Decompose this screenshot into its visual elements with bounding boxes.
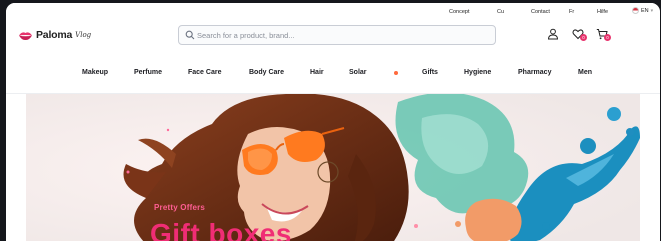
lips-logo-icon xyxy=(19,31,32,40)
hero-banner[interactable]: Pretty Offers Gift boxes xyxy=(26,94,640,241)
main-nav: Makeup Perfume Face Care Body Care Hair … xyxy=(6,61,660,91)
hero-caption: Pretty Offers xyxy=(154,203,206,212)
cart-badge: 0 xyxy=(604,34,611,41)
utility-link-contact[interactable]: Contact xyxy=(531,9,550,15)
nav-item-makeup[interactable]: Makeup xyxy=(82,69,108,76)
utility-link-concept[interactable]: Concept xyxy=(449,9,470,15)
utility-link-help[interactable]: Hilfe xyxy=(597,9,608,15)
nav-highlight-dot xyxy=(394,71,398,75)
language-label: EN xyxy=(641,7,649,14)
nav-item-body-care[interactable]: Body Care xyxy=(249,69,284,76)
nav-item-solar[interactable]: Solar xyxy=(349,69,367,76)
logo[interactable]: Paloma Vlog xyxy=(18,29,91,41)
nav-item-gifts[interactable]: Gifts xyxy=(422,69,438,76)
nav-item-face-care[interactable]: Face Care xyxy=(188,69,221,76)
nav-item-hair[interactable]: Hair xyxy=(310,69,324,76)
utility-link-fr[interactable]: Fr xyxy=(569,9,574,15)
flag-icon xyxy=(632,7,639,14)
chevron-down-icon: ▾ xyxy=(650,7,654,14)
nav-item-hygiene[interactable]: Hygiene xyxy=(464,69,491,76)
hero-headline[interactable]: Gift boxes xyxy=(150,218,292,241)
nav-item-men[interactable]: Men xyxy=(578,69,592,76)
language-selector[interactable]: EN ▾ xyxy=(632,7,653,14)
nav-item-pharmacy[interactable]: Pharmacy xyxy=(518,69,551,76)
brand-name: Paloma xyxy=(36,29,73,41)
nav-item-perfume[interactable]: Perfume xyxy=(134,69,162,76)
page-frame: Concept Cu Contact Fr Hilfe EN ▾ Paloma … xyxy=(6,3,660,241)
search-icon xyxy=(185,30,195,40)
wishlist-badge: 0 xyxy=(580,34,587,41)
brand-script: Vlog xyxy=(75,31,92,39)
utility-bar: Concept Cu Contact Fr Hilfe EN ▾ xyxy=(6,3,660,20)
search-input[interactable]: Search for a product, brand... xyxy=(197,31,295,40)
header: Paloma Vlog Search for a product, brand.… xyxy=(6,20,660,58)
utility-link-cu[interactable]: Cu xyxy=(497,9,504,15)
search-bar[interactable]: Search for a product, brand... xyxy=(178,25,496,45)
hero-image xyxy=(26,94,640,241)
account-icon[interactable] xyxy=(547,28,559,40)
